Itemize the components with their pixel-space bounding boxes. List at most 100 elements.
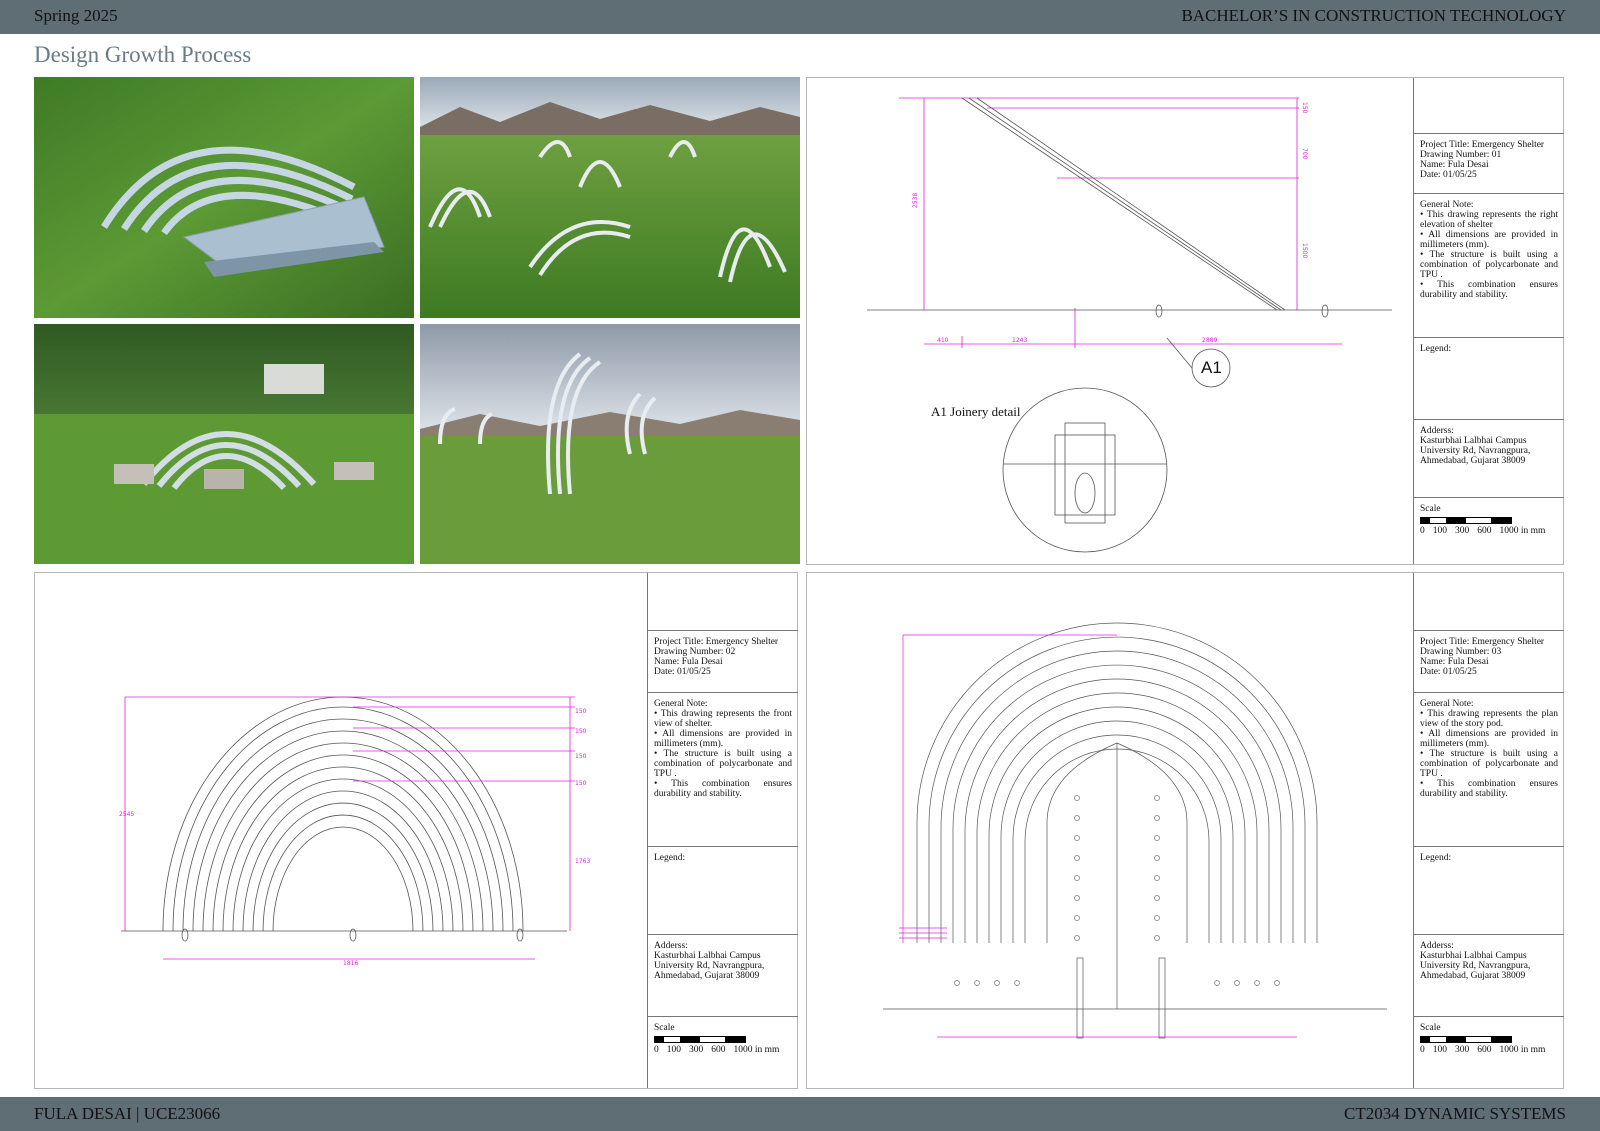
note-2: • All dimensions are provided in millime… <box>654 729 792 749</box>
render-2 <box>420 324 800 564</box>
title-block-02: Project Title: Emergency Shelter Drawing… <box>647 573 798 1088</box>
note-3: • The structure is built using a combina… <box>1420 749 1558 779</box>
address-line-3: Ahmedabad, Gujarat 38009 <box>1420 971 1526 981</box>
drawing-sheet-02: 2545 150 150 150 150 1763 1816 Project T… <box>34 572 798 1089</box>
dim-right-1: 150 <box>575 708 587 715</box>
author-name: Name: Fula Desai <box>654 657 723 667</box>
title-block-info: Project Title: Emergency Shelter Drawing… <box>648 631 798 693</box>
page-title: Design Growth Process <box>34 42 252 67</box>
address-line-1: Kasturbhai Lalbhai Campus <box>654 951 761 961</box>
scale-box: Scale 0 100 300 600 1000 in mm <box>1414 498 1564 566</box>
note-3: • The structure is built using a combina… <box>1420 250 1558 280</box>
header-bar: Spring 2025 BACHELOR’S IN CONSTRUCTION T… <box>0 0 1600 34</box>
callout-a1: A1 <box>1201 358 1222 377</box>
legend-box: Legend: <box>1414 847 1564 935</box>
address-label: Adderss: <box>1420 426 1454 436</box>
legend-label: Legend: <box>654 853 686 863</box>
scale-numbers: 0 100 300 600 1000 in mm <box>1420 526 1546 536</box>
dim-upper: 700 <box>1301 148 1308 160</box>
scale-numbers: 0 100 300 600 1000 in mm <box>1420 1045 1546 1055</box>
address-line-3: Ahmedabad, Gujarat 38009 <box>1420 456 1526 466</box>
program-label: BACHELOR’S IN CONSTRUCTION TECHNOLOGY <box>1181 6 1566 25</box>
address-box: Adderss: Kasturbhai Lalbhai Campus Unive… <box>648 935 798 1017</box>
address-line-2: University Rd, Navrangpura, <box>654 961 765 971</box>
dim-lower: 1500 <box>1301 243 1308 258</box>
title-block-logo-area <box>1414 78 1564 134</box>
dim-bottom-1: 410 <box>937 337 949 344</box>
student-id-label: FULA DESAI | UCE23066 <box>34 1104 221 1123</box>
project-title: Project Title: Emergency Shelter <box>1420 140 1545 150</box>
address-line-3: Ahmedabad, Gujarat 38009 <box>654 971 760 981</box>
plan-view-drawing <box>883 622 1387 1039</box>
semester-label: Spring 2025 <box>34 6 118 25</box>
address-line-2: University Rd, Navrangpura, <box>1420 446 1531 456</box>
elevation-drawing: 2538 700 1500 150 410 1243 2889 <box>867 97 1392 553</box>
drawing-date: Date: 01/05/25 <box>1420 170 1477 180</box>
drawing-date: Date: 01/05/25 <box>654 667 711 677</box>
address-line-1: Kasturbhai Lalbhai Campus <box>1420 436 1527 446</box>
title-block-logo-area <box>1414 573 1564 631</box>
note-1: • This drawing represents the front view… <box>654 709 792 729</box>
address-label: Adderss: <box>654 941 688 951</box>
drawing-number: Drawing Number: 03 <box>1420 647 1502 657</box>
dim-right-3: 150 <box>575 753 587 760</box>
scale-bar <box>1420 517 1512 524</box>
general-note-label: General Note: <box>1420 699 1474 709</box>
drawing-number: Drawing Number: 02 <box>654 647 736 657</box>
note-2: • All dimensions are provided in millime… <box>1420 230 1558 250</box>
title-block-01: Project Title: Emergency Shelter Drawing… <box>1413 78 1564 564</box>
author-name: Name: Fula Desai <box>1420 657 1489 667</box>
project-title: Project Title: Emergency Shelter <box>654 637 779 647</box>
drawing-number: Drawing Number: 01 <box>1420 150 1502 160</box>
scale-label: Scale <box>1420 1023 1441 1033</box>
note-4: • This combination ensures durability an… <box>654 779 792 799</box>
joinery-detail-label: A1 Joinery detail <box>931 404 1021 419</box>
footer-bar: FULA DESAI | UCE23066 CT2034 DYNAMIC SYS… <box>0 1097 1600 1131</box>
scale-bar <box>1420 1036 1512 1043</box>
general-note-label: General Note: <box>654 699 708 709</box>
front-view-drawing: 2545 150 150 150 150 1763 1816 <box>119 696 590 967</box>
project-title: Project Title: Emergency Shelter <box>1420 637 1545 647</box>
scale-label: Scale <box>654 1023 675 1033</box>
scale-box: Scale 0 100 300 600 1000 in mm <box>648 1017 798 1090</box>
title-block-logo-area <box>648 573 798 631</box>
scale-numbers: 0 100 300 600 1000 in mm <box>654 1045 780 1055</box>
dim-bottom-center: 1816 <box>343 960 358 967</box>
author-name: Name: Fula Desai <box>1420 160 1489 170</box>
address-box: Adderss: Kasturbhai Lalbhai Campus Unive… <box>1414 935 1564 1017</box>
legend-box: Legend: <box>1414 338 1564 420</box>
dim-bottom-2: 1243 <box>1012 337 1027 344</box>
scale-box: Scale 0 100 300 600 1000 in mm <box>1414 1017 1564 1090</box>
note-1: • This drawing represents the right elev… <box>1420 210 1558 230</box>
general-notes: General Note: • This drawing represents … <box>1414 194 1564 338</box>
dim-right-4: 150 <box>575 780 587 787</box>
title-block-info: Project Title: Emergency Shelter Drawing… <box>1414 631 1564 693</box>
title-block-03: Project Title: Emergency Shelter Drawing… <box>1413 573 1564 1088</box>
note-3: • The structure is built using a combina… <box>654 749 792 779</box>
drawing-sheet-03: Project Title: Emergency Shelter Drawing… <box>806 572 1564 1089</box>
note-2: • All dimensions are provided in millime… <box>1420 729 1558 749</box>
scale-bar <box>654 1036 746 1043</box>
note-4: • This combination ensures durability an… <box>1420 280 1558 300</box>
dim-height: 2538 <box>912 193 919 208</box>
dim-overall-height: 2545 <box>119 811 134 818</box>
address-label: Adderss: <box>1420 941 1454 951</box>
dim-bottom-3: 2889 <box>1202 337 1217 344</box>
address-line-1: Kasturbhai Lalbhai Campus <box>1420 951 1527 961</box>
note-1: • This drawing represents the plan view … <box>1420 709 1558 729</box>
dim-top: 150 <box>1301 102 1308 114</box>
drawing-sheet-01: 2538 700 1500 150 410 1243 2889 A1 A1 Jo… <box>806 77 1564 565</box>
title-block-info: Project Title: Emergency Shelter Drawing… <box>1414 134 1564 194</box>
scale-label: Scale <box>1420 504 1441 514</box>
general-notes: General Note: • This drawing represents … <box>1414 693 1564 847</box>
render-1 <box>420 77 800 318</box>
dim-right-2: 150 <box>575 728 587 735</box>
drawing-date: Date: 01/05/25 <box>1420 667 1477 677</box>
legend-label: Legend: <box>1420 853 1452 863</box>
note-4: • This combination ensures durability an… <box>1420 779 1558 799</box>
legend-box: Legend: <box>648 847 798 935</box>
address-box: Adderss: Kasturbhai Lalbhai Campus Unive… <box>1414 420 1564 498</box>
address-line-2: University Rd, Navrangpura, <box>1420 961 1531 971</box>
general-notes: General Note: • This drawing represents … <box>648 693 798 847</box>
legend-label: Legend: <box>1420 344 1452 354</box>
